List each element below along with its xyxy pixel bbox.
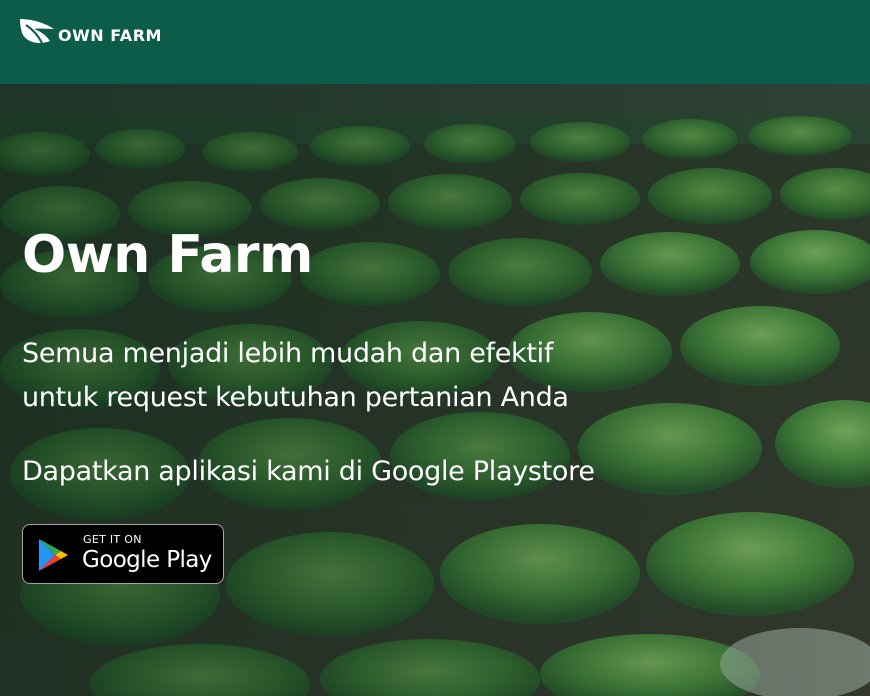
navbar: OWN FARM — [0, 0, 870, 84]
hero-description-line: untuk request kebutuhan pertanian Anda — [22, 382, 569, 413]
badge-small-text: GET IT ON — [83, 533, 142, 546]
hero-description-line: Semua menjadi lebih mudah dan efektif — [22, 338, 554, 369]
google-play-badge[interactable]: GET IT ON Google Play — [22, 524, 224, 584]
hero-cta-text: Dapatkan aplikasi kami di Google Playsto… — [22, 456, 595, 487]
brand-link[interactable]: OWN FARM — [18, 14, 162, 50]
brand-name: OWN FARM — [58, 25, 162, 45]
hero-title: Own Farm — [22, 225, 313, 285]
hero-description: Semua menjadi lebih mudah dan efektif un… — [22, 332, 782, 420]
hero-section: Own Farm Semua menjadi lebih mudah dan e… — [0, 84, 870, 696]
leaf-logo-icon — [20, 19, 54, 44]
badge-big-text: Google Play — [82, 547, 212, 573]
google-play-icon — [39, 539, 68, 571]
